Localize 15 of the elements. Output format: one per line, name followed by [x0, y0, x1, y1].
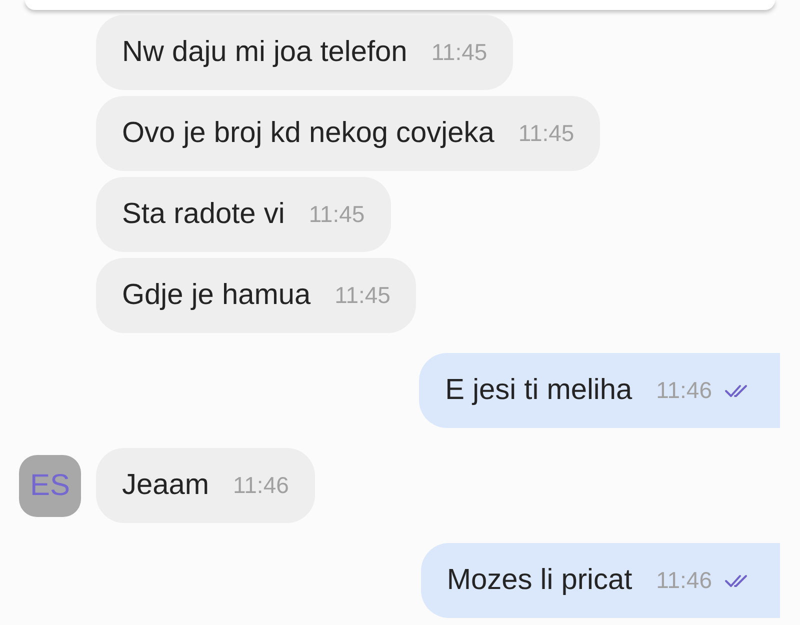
message-time: 11:46	[656, 566, 712, 596]
message-text: Nw daju mi joa telefon	[122, 34, 408, 70]
message-time: 11:45	[308, 200, 365, 230]
message-text: Ovo je broj kd nekog covjeka	[122, 116, 494, 151]
avatar[interactable]: ES	[19, 454, 81, 516]
message-time: 11:45	[518, 119, 574, 148]
message-time: 11:46	[233, 471, 289, 500]
message-time: 11:45	[431, 38, 488, 68]
message-text: Gdje je hamua	[122, 278, 311, 313]
message-text: E jesi ti meliha	[445, 372, 632, 408]
message-text: Sta radote vi	[122, 196, 285, 232]
message-time: 11:45	[334, 281, 390, 310]
message-time: 11:46	[656, 376, 712, 406]
message-text: Mozes li pricat	[446, 562, 632, 598]
message-text: Jeaam	[122, 468, 210, 503]
